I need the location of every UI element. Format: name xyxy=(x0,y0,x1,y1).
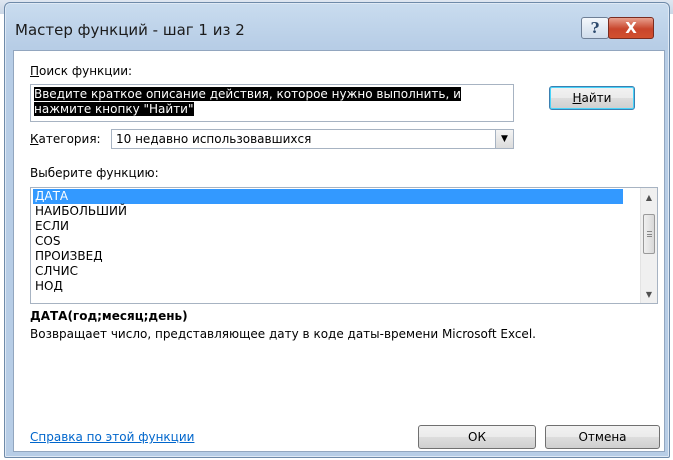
cancel-button-label: Отмена xyxy=(578,430,627,444)
grip-icon xyxy=(647,231,652,237)
scroll-thumb[interactable] xyxy=(643,214,655,254)
search-input-text: Введите краткое описание действия, котор… xyxy=(34,87,461,116)
title-bar[interactable]: Мастер функций - шаг 1 из 2 ? X xyxy=(5,3,669,49)
function-item-selected[interactable]: ДАТА xyxy=(33,189,623,204)
category-value: 10 недавно использовавшихся xyxy=(116,132,312,146)
function-item[interactable]: ЕСЛИ xyxy=(33,219,623,234)
function-item[interactable]: COS xyxy=(33,234,623,249)
search-label: Поиск функции: xyxy=(30,64,133,78)
scroll-down-icon[interactable]: ▼ xyxy=(641,286,657,302)
dropdown-arrow-icon[interactable]: ▼ xyxy=(495,130,513,148)
cancel-button[interactable]: Отмена xyxy=(545,425,660,449)
ok-button[interactable]: ОК xyxy=(418,425,536,449)
function-item[interactable]: НАИБОЛЬШИЙ xyxy=(33,204,623,219)
vertical-scrollbar[interactable]: ▲ ▼ xyxy=(640,188,657,303)
scroll-up-icon[interactable]: ▲ xyxy=(641,189,657,205)
dialog-body: Поиск функции: Введите краткое описание … xyxy=(13,50,665,452)
function-signature: ДАТА(год;месяц;день) xyxy=(30,309,188,323)
function-list-label: Выберите функцию: xyxy=(30,166,159,180)
function-list[interactable]: ДАТА НАИБОЛЬШИЙ ЕСЛИ COS ПРОИЗВЕД СЛЧИС … xyxy=(30,187,658,304)
category-select[interactable]: 10 недавно использовавшихся ▼ xyxy=(111,129,514,149)
help-button[interactable]: ? xyxy=(581,17,609,39)
close-icon: X xyxy=(625,19,637,37)
question-mark-icon: ? xyxy=(590,19,600,37)
function-item[interactable]: ПРОИЗВЕД xyxy=(33,249,623,264)
category-label: Категория: xyxy=(30,132,101,146)
ok-button-label: ОК xyxy=(468,430,486,444)
function-item[interactable]: НОД xyxy=(33,279,623,294)
function-help-link[interactable]: Справка по этой функции xyxy=(30,430,194,444)
function-wizard-dialog: Мастер функций - шаг 1 из 2 ? X Поиск фу… xyxy=(4,2,670,458)
function-description: Возвращает число, представляющее дату в … xyxy=(30,327,536,341)
dialog-title: Мастер функций - шаг 1 из 2 xyxy=(15,21,245,39)
function-item[interactable]: СЛЧИС xyxy=(33,264,623,279)
close-button[interactable]: X xyxy=(608,17,654,39)
search-input[interactable]: Введите краткое описание действия, котор… xyxy=(30,84,514,122)
find-button[interactable]: Найти xyxy=(549,86,635,110)
find-button-label: Найти xyxy=(572,91,612,105)
